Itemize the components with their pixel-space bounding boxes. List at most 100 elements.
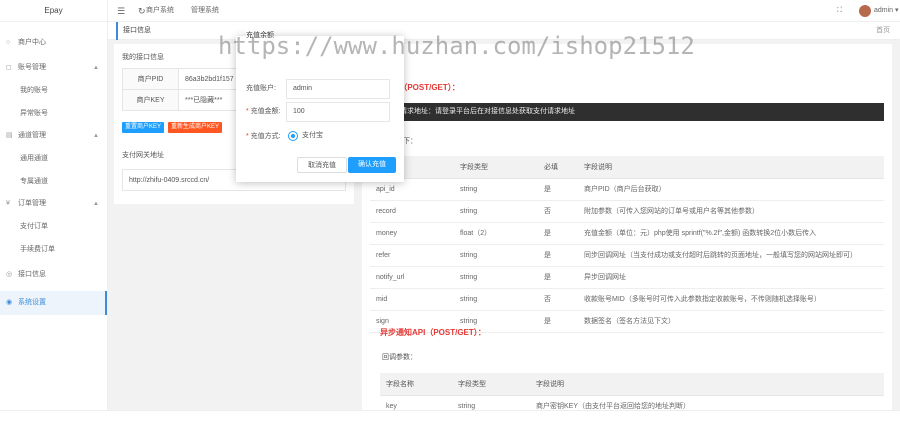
cell-field: money	[370, 222, 454, 245]
card-title: 我的接口信息	[122, 54, 164, 61]
notify-params-table: 字段名称 字段类型 字段说明 key string 商户密钥KEY（由支付平台返回给…	[380, 373, 884, 410]
table-row: key string 商户密钥KEY（由支付平台返回给您的地址判断）	[380, 395, 884, 410]
col-description: 字段说明	[530, 373, 884, 396]
sidebar: Epay ○ 商户中心 ◻ 账号管理 ▲ 我的账号 异常账号 ▤ 通道管理 ▲ …	[0, 0, 108, 410]
cell-required: 是	[538, 310, 578, 333]
sidebar-subitem-exclusive-channel[interactable]: 专属通道	[0, 170, 107, 193]
avatar[interactable]	[859, 5, 871, 17]
cell-required: 是	[538, 222, 578, 245]
chevron-up-icon: ▲	[93, 65, 99, 71]
cancel-button[interactable]: 取消充值	[297, 157, 347, 173]
cell-desc: 同步回调网址（当支付成功或支付超时后跳转的页面地址，一般填写您的网站网址即可）	[578, 244, 884, 267]
method-row: * 充值方式: 支付宝	[236, 127, 404, 147]
confirm-recharge-button[interactable]: 确认充值	[348, 157, 396, 173]
sidebar-item-merchant-center[interactable]: ○ 商户中心	[0, 32, 107, 54]
table-row: mid string 否收款账号MID（多账号时可传入此参数指定收款账号，不传则随机…	[370, 288, 884, 311]
fullscreen-icon[interactable]: ⛶	[837, 0, 842, 22]
cell-type: string	[454, 288, 538, 311]
col-field-type: 字段类型	[452, 373, 530, 396]
col-required: 必填	[538, 156, 578, 179]
settings-icon: ◉	[6, 299, 13, 306]
sidebar-item-account-management[interactable]: ◻ 账号管理 ▲	[0, 57, 107, 79]
amount-label: * 充值金额:	[246, 102, 281, 122]
cell-desc: 商户密钥KEY（由支付平台返回给您的地址判断）	[530, 395, 884, 410]
method-label: * 充值方式:	[246, 127, 281, 147]
table-row: api_id string 是商户PID（商户后台获取）	[370, 178, 884, 201]
cell-desc: 异步回调网址	[578, 266, 884, 289]
nav-merchant-system[interactable]: 商户系统	[146, 0, 174, 22]
cell-desc: 收款账号MID（多账号时可传入此参数指定收款账号，不传则随机选择账号）	[578, 288, 884, 311]
table-header-row: 字段名称 字段类型 必填 字段说明	[370, 156, 884, 179]
cell-required: 否	[538, 200, 578, 223]
sidebar-item-label: 订单管理	[18, 200, 46, 207]
watermark-text: https://www.huzhan.com/ishop21512	[218, 32, 695, 60]
top-navbar: ☰ ↻ 商户系统 管理系统 ⛶ admin ▾	[108, 0, 900, 22]
api-docs-card: 支付API（POST/GET）： 请求地址：请登录平台后在对接信息处获取支付请求…	[362, 44, 892, 410]
table-row: refer string 是同步回调网址（当支付成功或支付超时后跳转的页面地址，一般…	[370, 244, 884, 267]
merchant-pid-label: 商户PID	[122, 68, 179, 90]
table-header-row: 字段名称 字段类型 字段说明	[380, 373, 884, 396]
sidebar-subitem-common-channel[interactable]: 通用通道	[0, 147, 107, 170]
user-icon: ○	[6, 39, 11, 46]
table-row: notify_url string 是异步回调网址	[370, 266, 884, 289]
gateway-title: 支付网关地址	[122, 152, 164, 159]
alipay-radio-label[interactable]: 支付宝	[302, 127, 323, 145]
sidebar-item-order-management[interactable]: ¥ 订单管理 ▲	[0, 193, 107, 215]
request-address-bar: 请求地址：请登录平台后在对接信息处获取支付请求地址	[370, 103, 884, 121]
cell-type: string	[452, 395, 530, 410]
merchant-key-label: 商户KEY	[122, 89, 179, 111]
cell-field: mid	[370, 288, 454, 311]
sidebar-item-system-settings[interactable]: ◉ 系统设置	[0, 291, 107, 315]
cell-desc: 充值金额（单位：元）php使用 sprintf("%.2f",金额) 函数转换2…	[578, 222, 884, 245]
refresh-icon[interactable]: ↻	[138, 0, 146, 22]
cell-type: string	[454, 266, 538, 289]
cell-desc: 商户PID（商户后台获取）	[578, 178, 884, 201]
user-menu[interactable]: admin ▾	[874, 0, 899, 22]
cell-type: string	[454, 200, 538, 223]
alipay-radio[interactable]	[288, 131, 298, 141]
reset-key-button[interactable]: 重置商户KEY	[122, 122, 165, 133]
regenerate-key-button[interactable]: 重新生成商户KEY	[168, 122, 223, 133]
yen-icon: ¥	[6, 200, 10, 207]
cell-required: 是	[538, 266, 578, 289]
footer-strip	[0, 410, 900, 434]
cell-type: float（2）	[454, 222, 538, 245]
amount-row: * 充值金额: 100	[236, 102, 404, 122]
menu-toggle-icon[interactable]: ☰	[117, 0, 125, 22]
amount-input[interactable]: 100	[286, 102, 390, 122]
home-link[interactable]: 首页	[876, 22, 890, 40]
sidebar-subitem-my-account[interactable]: 我的账号	[0, 79, 107, 102]
cell-required: 是	[538, 244, 578, 267]
sidebar-menu: ○ 商户中心 ◻ 账号管理 ▲ 我的账号 异常账号 ▤ 通道管理 ▲ 通用通道 …	[0, 32, 107, 315]
method-label-text: 充值方式:	[250, 133, 281, 140]
account-label: 充值账户:	[246, 85, 276, 92]
account-icon: ◻	[6, 64, 12, 71]
sidebar-item-api-info[interactable]: ◎ 接口信息	[0, 264, 107, 286]
cell-field: notify_url	[370, 266, 454, 289]
amount-label-text: 充值金额:	[250, 108, 281, 115]
cell-type: string	[454, 244, 538, 267]
cell-desc: 数据签名（签名方法见下文）	[578, 310, 884, 333]
account-field[interactable]: admin	[286, 79, 390, 99]
cell-required: 是	[538, 178, 578, 201]
nav-admin-system[interactable]: 管理系统	[191, 0, 219, 22]
chevron-up-icon: ▲	[93, 133, 99, 139]
chevron-up-icon: ▲	[93, 201, 99, 207]
cell-type: string	[454, 178, 538, 201]
sidebar-item-label: 接口信息	[18, 271, 46, 278]
cell-field: record	[370, 200, 454, 223]
notify-api-title: 异步通知API（POST/GET）：	[380, 328, 486, 337]
callback-intro: 回调参数：	[382, 354, 417, 361]
sidebar-subitem-abnormal-account[interactable]: 异常账号	[0, 102, 107, 125]
sidebar-subitem-payment-orders[interactable]: 支付订单	[0, 215, 107, 238]
account-row: 充值账户: admin	[236, 79, 404, 99]
tab-api-info[interactable]: 接口信息	[116, 22, 151, 40]
table-row: record string 否附加参数（可传入您网站的订单号或用户名等其他参数）	[370, 200, 884, 223]
sidebar-item-channel-management[interactable]: ▤ 通道管理 ▲	[0, 125, 107, 147]
sidebar-item-label: 商户中心	[18, 39, 46, 46]
api-icon: ◎	[6, 271, 13, 278]
cell-required: 否	[538, 288, 578, 311]
channel-icon: ▤	[6, 132, 13, 139]
sidebar-subitem-fee-orders[interactable]: 手续费订单	[0, 238, 107, 261]
cell-field: refer	[370, 244, 454, 267]
